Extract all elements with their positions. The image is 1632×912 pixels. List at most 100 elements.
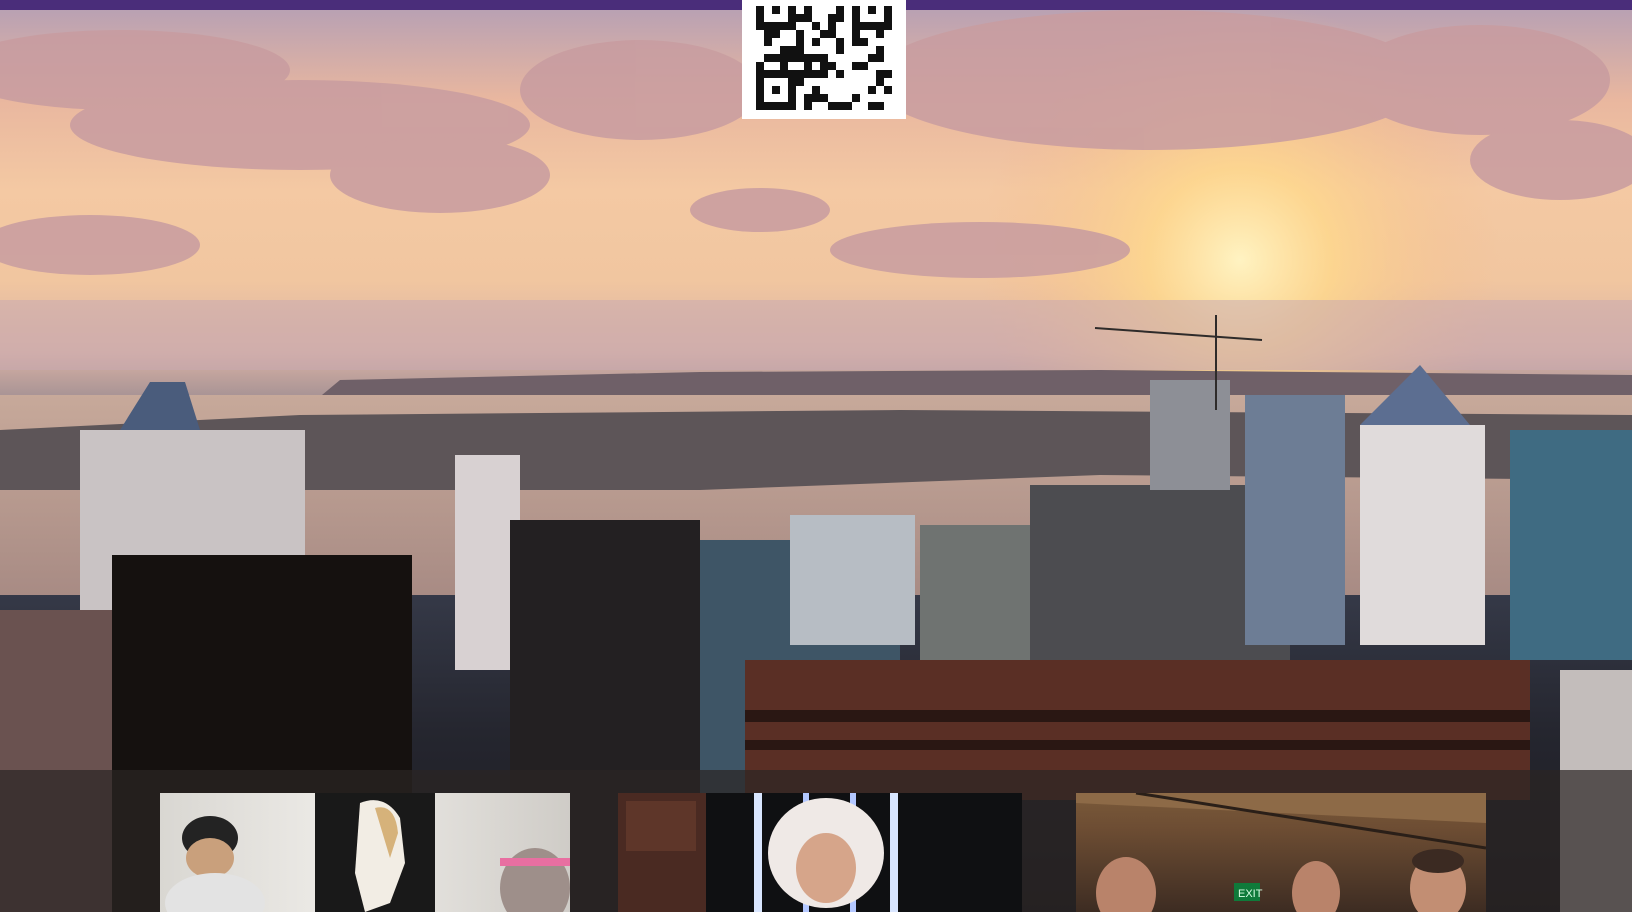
qr-module — [812, 70, 820, 78]
qr-module — [820, 62, 828, 70]
qr-module — [772, 54, 780, 62]
qr-module — [764, 22, 772, 30]
qr-module — [884, 86, 892, 94]
qr-module — [772, 62, 780, 70]
qr-code[interactable] — [742, 0, 906, 119]
qr-module — [820, 22, 828, 30]
qr-module — [796, 62, 804, 70]
qr-module — [852, 22, 860, 30]
qr-module — [884, 30, 892, 38]
qr-module — [780, 70, 788, 78]
qr-module — [780, 102, 788, 110]
qr-module — [804, 102, 812, 110]
qr-module — [788, 38, 796, 46]
qr-module — [804, 14, 812, 22]
qr-module — [772, 94, 780, 102]
qr-module — [764, 86, 772, 94]
qr-module — [860, 86, 868, 94]
gallery-photo-portrait[interactable] — [618, 793, 1022, 912]
qr-module — [828, 54, 836, 62]
qr-module — [844, 46, 852, 54]
qr-module — [828, 78, 836, 86]
qr-module — [876, 78, 884, 86]
qr-module — [852, 102, 860, 110]
qr-module — [852, 78, 860, 86]
qr-module — [836, 6, 844, 14]
qr-module — [812, 14, 820, 22]
qr-module — [772, 46, 780, 54]
qr-module — [828, 14, 836, 22]
qr-module — [772, 78, 780, 86]
qr-module — [756, 102, 764, 110]
qr-module — [860, 62, 868, 70]
qr-module — [812, 22, 820, 30]
qr-module — [844, 54, 852, 62]
qr-module — [876, 54, 884, 62]
qr-module — [812, 6, 820, 14]
qr-module — [772, 102, 780, 110]
gallery-photo-group[interactable]: EXIT — [1076, 793, 1486, 912]
qr-module — [764, 78, 772, 86]
qr-module — [876, 94, 884, 102]
qr-module — [860, 94, 868, 102]
qr-module — [796, 38, 804, 46]
qr-module — [860, 6, 868, 14]
qr-module — [820, 78, 828, 86]
qr-module — [844, 94, 852, 102]
qr-module — [788, 62, 796, 70]
qr-module — [812, 94, 820, 102]
qr-module — [788, 30, 796, 38]
qr-module — [852, 54, 860, 62]
qr-module — [820, 102, 828, 110]
gallery-photo-art-class[interactable] — [160, 793, 570, 912]
qr-module — [844, 86, 852, 94]
qr-module — [844, 30, 852, 38]
qr-module — [852, 14, 860, 22]
qr-module — [804, 94, 812, 102]
qr-module — [876, 102, 884, 110]
qr-module — [756, 46, 764, 54]
qr-module — [852, 38, 860, 46]
qr-module — [756, 30, 764, 38]
qr-module — [876, 14, 884, 22]
qr-module — [836, 78, 844, 86]
qr-module — [844, 6, 852, 14]
qr-module — [836, 14, 844, 22]
qr-module — [756, 38, 764, 46]
qr-module — [764, 30, 772, 38]
qr-module — [780, 38, 788, 46]
qr-module — [860, 102, 868, 110]
qr-module — [796, 86, 804, 94]
qr-module — [804, 30, 812, 38]
qr-module — [876, 6, 884, 14]
qr-module — [868, 62, 876, 70]
qr-module — [804, 86, 812, 94]
qr-module — [780, 62, 788, 70]
qr-module — [868, 6, 876, 14]
qr-module — [828, 70, 836, 78]
qr-module — [844, 22, 852, 30]
qr-module — [764, 38, 772, 46]
qr-module — [820, 70, 828, 78]
qr-module — [852, 94, 860, 102]
qr-module — [828, 38, 836, 46]
qr-module — [764, 70, 772, 78]
qr-module — [852, 46, 860, 54]
qr-module — [780, 78, 788, 86]
qr-module — [788, 70, 796, 78]
qr-module — [796, 94, 804, 102]
qr-module — [884, 14, 892, 22]
qr-module — [836, 86, 844, 94]
qr-module — [860, 22, 868, 30]
qr-module — [884, 102, 892, 110]
qr-module — [868, 94, 876, 102]
qr-module — [868, 102, 876, 110]
qr-module — [764, 54, 772, 62]
qr-module — [876, 30, 884, 38]
qr-module — [868, 14, 876, 22]
qr-module — [828, 46, 836, 54]
qr-module — [836, 94, 844, 102]
qr-module — [780, 86, 788, 94]
qr-module — [868, 46, 876, 54]
qr-module — [788, 54, 796, 62]
